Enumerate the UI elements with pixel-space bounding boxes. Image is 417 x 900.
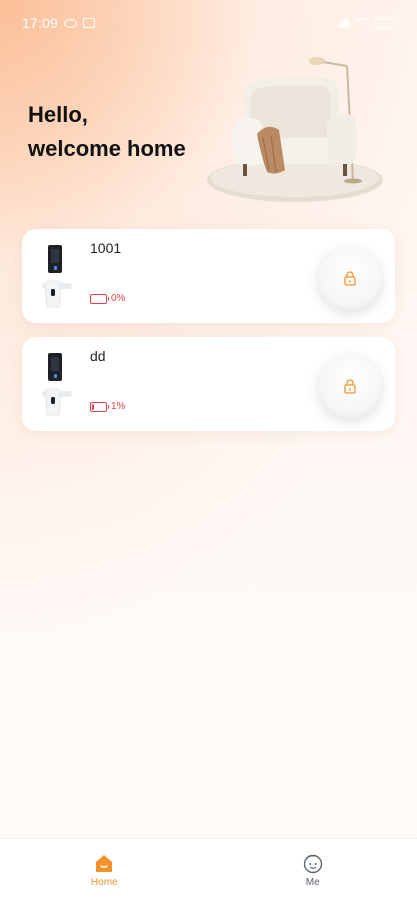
unlock-button[interactable] (317, 353, 383, 419)
nav-home-label: Home (90, 876, 118, 888)
battery-percent: 0% (111, 293, 126, 304)
battery-fill (92, 403, 94, 410)
battery-level-icon (90, 401, 109, 412)
unlock-icon (344, 271, 356, 286)
greeting: Hello, welcome home (28, 98, 186, 166)
device-name: dd (90, 348, 106, 364)
nav-me-label: Me (305, 876, 320, 888)
greeting-line-2: welcome home (28, 136, 186, 161)
status-left: 17:09 (22, 15, 96, 31)
device-name: 1001 (90, 240, 122, 256)
battery-status: 1% (90, 401, 125, 412)
face-icon (303, 854, 322, 873)
nav-home[interactable]: Home (0, 839, 209, 900)
unlock-button[interactable] (317, 245, 383, 311)
battery-status: 0% (90, 293, 125, 304)
battery-percent: 1% (111, 401, 126, 412)
battery-icon (375, 18, 395, 28)
unlock-icon (344, 379, 356, 394)
smart-lock-image (38, 347, 74, 419)
device-card[interactable]: 1001 0% (22, 229, 395, 323)
status-bar: 17:09 (0, 0, 417, 46)
home-icon (96, 854, 113, 872)
eye-icon (64, 18, 78, 28)
hero-armchair-image (205, 52, 395, 207)
nav-me[interactable]: Me (209, 839, 417, 900)
device-card[interactable]: dd 1% (22, 337, 395, 431)
bottom-nav: Home Me (0, 838, 417, 900)
battery-level-icon (90, 293, 109, 304)
greeting-line-1: Hello, (28, 102, 88, 127)
smart-lock-image (38, 239, 74, 311)
image-icon (83, 18, 96, 28)
wifi-icon (355, 18, 369, 28)
status-time: 17:09 (22, 15, 59, 31)
status-right (335, 18, 395, 28)
signal-icon (335, 18, 349, 28)
